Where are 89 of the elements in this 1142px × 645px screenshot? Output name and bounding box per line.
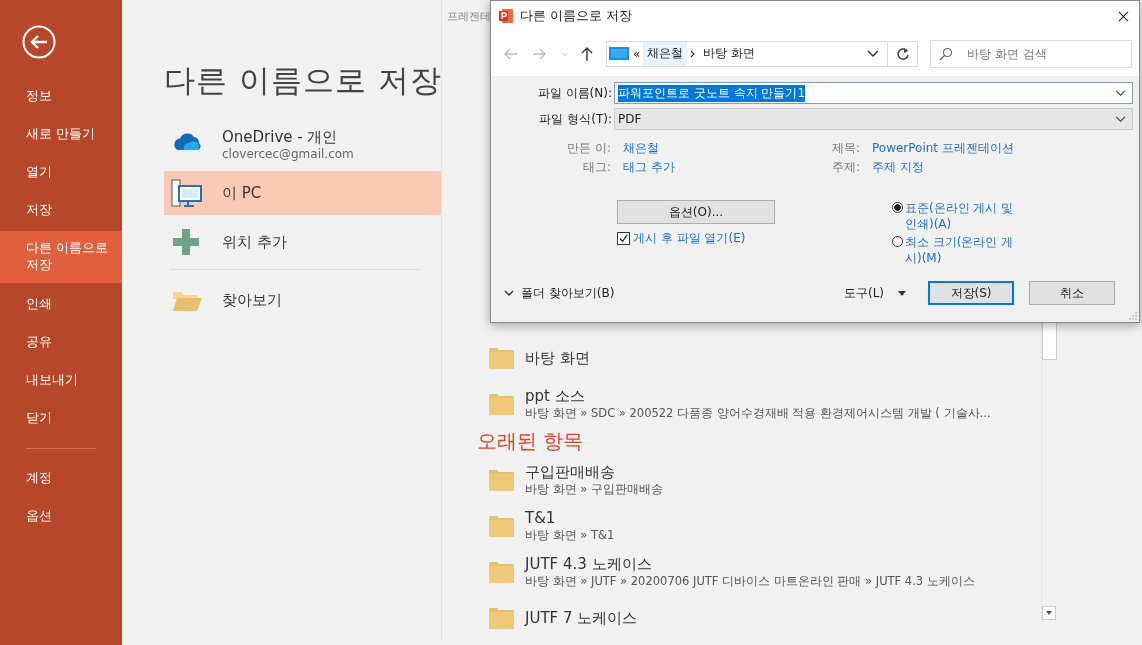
monitor-icon — [609, 46, 629, 61]
search-field[interactable]: 바탕 화면 검색 — [930, 39, 1132, 68]
folder-icon — [488, 514, 515, 538]
computer-icon — [170, 177, 204, 209]
sidebar-item[interactable]: 인쇄 — [0, 285, 122, 323]
cancel-button[interactable]: 취소 — [1029, 281, 1116, 305]
page-title: 다른 이름으로 저장 — [164, 61, 441, 100]
dialog-title: 다른 이름으로 저장 — [520, 7, 633, 25]
metadata-value-link[interactable]: PowerPoint 프레젠테이션 — [872, 140, 1014, 157]
sidebar-item[interactable]: 계정 — [0, 459, 122, 497]
overflow-chevron[interactable]: « — [633, 46, 641, 61]
chevron-down-icon — [867, 49, 879, 58]
sidebar-item[interactable]: 닫기 — [0, 399, 122, 437]
checkbox-label: 게시 후 파일 열기(E) — [633, 230, 746, 247]
radio-label: 표준(온라인 게시 및 인쇄)(A) — [905, 200, 1015, 232]
metadata-label: 만든 이: — [566, 140, 611, 157]
window-title: 프레젠테 — [447, 9, 491, 24]
folder-path: 바탕 화면 » SDC » 200522 다품종 양어수경재배 적용 환경제어시스템 개발 ( 기술사... — [525, 406, 991, 421]
location-item[interactable]: 이 PC — [164, 171, 441, 215]
section-heading: 오래된 항목 — [477, 429, 585, 453]
folder-icon — [488, 468, 515, 492]
options-button[interactable]: 옵션(O)... — [617, 200, 775, 224]
sidebar-item[interactable]: 옵션 — [0, 497, 122, 535]
location-label: 찾아보기 — [222, 290, 282, 310]
close-icon[interactable] — [1118, 10, 1129, 22]
recent-folder-item[interactable]: 바탕 화면 — [477, 335, 1041, 381]
caret-icon — [898, 290, 907, 296]
folder-icon — [488, 346, 515, 370]
metadata-value-link[interactable]: 태그 추가 — [623, 159, 740, 176]
refresh-button[interactable] — [888, 40, 918, 67]
recent-folder-item[interactable]: ppt 소스 바탕 화면 » SDC » 200522 다품종 양어수경재배 적용 환경제어시스템 개발 ( 기술사... — [477, 381, 1041, 427]
field-label: 파일 형식(T): — [538, 110, 613, 128]
metadata-value-link[interactable]: 주제 지정 — [872, 159, 1014, 176]
radio-button[interactable] — [892, 236, 903, 247]
sidebar-item[interactable]: 다른 이름으로 저장 — [0, 231, 122, 283]
metadata-value-link[interactable]: 채은철 — [623, 140, 740, 157]
breadcrumb[interactable]: 바탕 화면 — [699, 41, 760, 66]
location-item[interactable]: 찾아보기 — [164, 278, 441, 322]
address-bar[interactable]: « 채은철 바탕 화면 — [606, 40, 888, 67]
file-type-dropdown[interactable]: PDF — [614, 108, 1133, 130]
recent-folder-item[interactable]: 구입판매배송 바탕 화면 » 구입판매배송 — [477, 457, 1041, 503]
sidebar-item[interactable]: 정보 — [0, 77, 122, 115]
sidebar-item[interactable]: 열기 — [0, 153, 122, 191]
folder-path: 바탕 화면 » JUTF » 20200706 JUTF 디바이스 마트온라인 판매 » JUTF 4.3 노케이스 — [525, 574, 975, 589]
metadata-label: 제목: — [830, 140, 860, 157]
folder-name: JUTF 4.3 노케이스 — [525, 555, 653, 574]
file-name-field[interactable]: 파워포인트로 굿노트 속지 만들기1 — [614, 82, 1133, 104]
location-label: 위치 추가 — [222, 232, 287, 252]
recent-folder-item[interactable]: JUTF 7 노케이스 — [477, 595, 1041, 640]
checkmark-icon — [618, 233, 629, 244]
tools-menu[interactable]: 도구(L) — [844, 284, 907, 302]
radio-button[interactable] — [892, 202, 903, 213]
radio-label: 최소 크기(온라인 게시)(M) — [905, 234, 1015, 266]
field-label: 파일 이름(N): — [536, 84, 613, 102]
folder-path: 바탕 화면 » T&1 — [525, 528, 615, 543]
chevron-down-icon — [1115, 89, 1126, 97]
search-icon — [939, 46, 953, 61]
sidebar-item[interactable]: 내보내기 — [0, 361, 122, 399]
presentation-app-icon — [498, 8, 514, 24]
checkbox[interactable] — [617, 232, 630, 245]
sidebar-item[interactable]: 새로 만들기 — [0, 115, 122, 153]
metadata-label: 주제: — [830, 159, 860, 176]
folder-icon — [488, 606, 515, 630]
recent-folder-item[interactable]: T&1 바탕 화면 » T&1 — [477, 503, 1041, 549]
folder-name: JUTF 7 노케이스 — [525, 608, 638, 628]
folder-path: 바탕 화면 » 구입판매배송 — [525, 482, 663, 497]
folder-icon — [488, 392, 515, 416]
location-label: 이 PC — [222, 183, 262, 203]
folder-icon — [488, 560, 515, 584]
location-item[interactable]: 위치 추가 — [164, 220, 441, 264]
refresh-icon — [895, 46, 910, 61]
folder-name: 바탕 화면 — [525, 348, 590, 368]
up-arrow-icon[interactable] — [579, 45, 595, 62]
save-button[interactable]: 저장(S) — [928, 281, 1015, 305]
metadata-label: 태그: — [581, 159, 611, 176]
sidebar-item[interactable]: 저장 — [0, 191, 122, 229]
sidebar-item[interactable]: 공유 — [0, 323, 122, 361]
folder-name: T&1 — [525, 509, 557, 528]
resize-grip-icon — [1129, 312, 1137, 320]
chevron-down-icon — [1115, 115, 1126, 123]
location-account: clovercec@gmail.com — [222, 146, 354, 161]
recent-folder-item[interactable]: JUTF 4.3 노케이스 바탕 화면 » JUTF » 20200706 JUTF 디바이스 마트온라인 판매 » JUTF 4.3 노케이스 — [477, 549, 1041, 595]
location-item[interactable]: OneDrive - 개인 clovercec@gmail.com — [164, 122, 441, 166]
folder-name: 구입판매배송 — [525, 463, 616, 482]
chevron-down-icon — [504, 289, 514, 297]
folder-name: ppt 소스 — [525, 387, 586, 406]
browse-folders-toggle[interactable]: 폴더 찾아보기(B) — [491, 284, 844, 302]
breadcrumb[interactable]: 채은철 — [643, 41, 688, 66]
location-label: OneDrive - 개인 — [222, 127, 339, 147]
